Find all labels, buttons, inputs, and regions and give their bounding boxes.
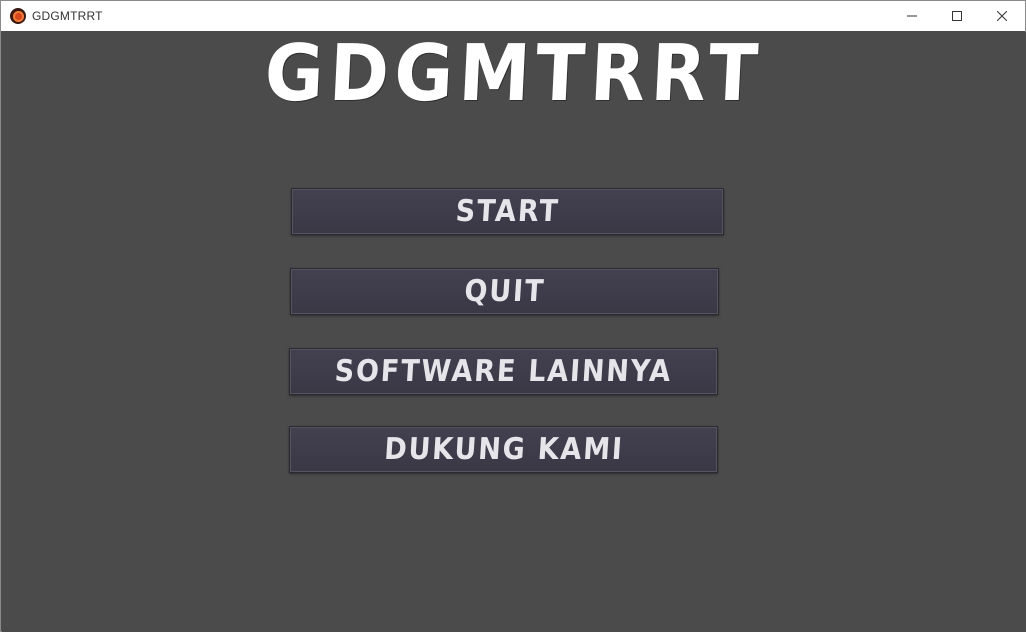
- app-logo-icon: [10, 8, 26, 24]
- title-bar[interactable]: GDGMTRRT: [1, 1, 1025, 31]
- maximize-icon: [952, 11, 962, 21]
- support-us-button[interactable]: DUKUNG KAMI: [289, 426, 718, 473]
- minimize-icon: [907, 15, 917, 17]
- close-icon: [997, 11, 1007, 21]
- minimize-button[interactable]: [889, 1, 935, 31]
- game-title: GDGMTRRT: [262, 29, 766, 119]
- maximize-button[interactable]: [934, 1, 980, 31]
- quit-button[interactable]: QUIT: [290, 268, 719, 315]
- quit-button-label: QUIT: [463, 274, 546, 309]
- close-button[interactable]: [979, 1, 1025, 31]
- game-canvas: GDGMTRRT START QUIT SOFTWARE LAINNYA DUK…: [2, 29, 1026, 632]
- start-button-label: START: [454, 194, 561, 229]
- app-window: GDGMTRRT GDGMTRRT START QUIT SOFTWARE LA…: [0, 0, 1026, 632]
- start-button[interactable]: START: [291, 188, 724, 235]
- other-software-button[interactable]: SOFTWARE LAINNYA: [289, 348, 718, 395]
- window-title: GDGMTRRT: [32, 9, 103, 23]
- support-us-button-label: DUKUNG KAMI: [382, 432, 625, 467]
- other-software-button-label: SOFTWARE LAINNYA: [333, 354, 674, 389]
